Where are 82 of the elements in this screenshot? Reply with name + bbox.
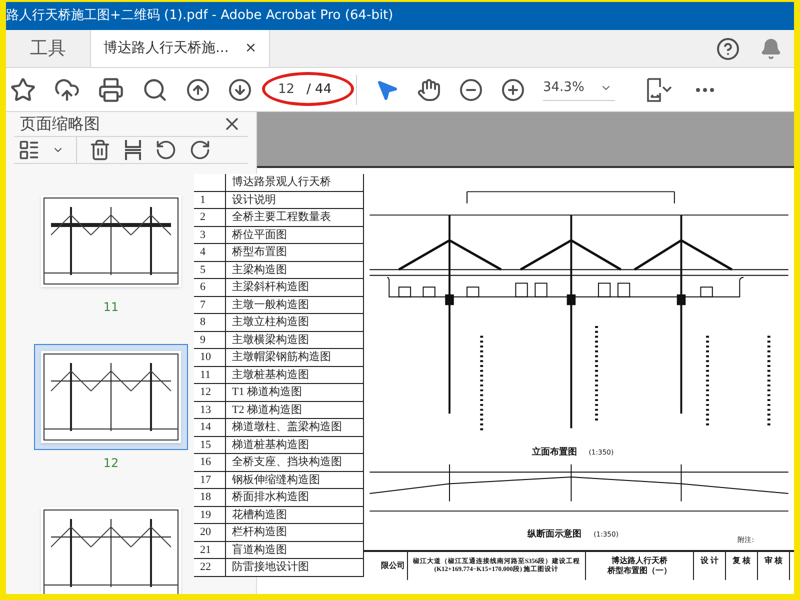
table-cell-text: 全桥主要工程数量表 xyxy=(231,210,331,225)
table-cell: 16 xyxy=(194,454,226,470)
table-cell: 10 xyxy=(194,349,226,366)
signature-label: 复 核 xyxy=(732,555,750,567)
table-cell-text: 主梁构造图 xyxy=(231,262,287,278)
drawing-caption: 立面布置图 xyxy=(532,448,578,458)
tab-label: 工具 xyxy=(30,37,66,61)
thumbnail-frame[interactable] xyxy=(34,344,188,450)
zoom-dropdown[interactable]: 34.3% xyxy=(543,78,615,101)
table-cell: 22 xyxy=(194,559,226,576)
sheet-title: 博达路人行天桥 xyxy=(612,556,668,566)
page-total: / 44 xyxy=(306,80,332,99)
zoom-out-icon[interactable] xyxy=(459,78,483,102)
help-icon[interactable] xyxy=(716,36,740,60)
table-cell-text: T1 梯道构造图 xyxy=(231,385,302,400)
table-cell: 2 xyxy=(194,209,226,226)
table-cell-text: 花槽构造图 xyxy=(231,508,287,522)
table-cell-text: 主墩横梁构造图 xyxy=(231,332,309,348)
cloud-upload-icon[interactable] xyxy=(54,76,80,102)
tab[interactable]: 工具 xyxy=(6,30,90,67)
table-cell: 21 xyxy=(194,542,226,558)
drawing-caption: 纵断面示意图 xyxy=(528,529,582,540)
close-tab-button[interactable]: × xyxy=(244,38,257,59)
table-cell-text: T2 梯道构造图 xyxy=(231,402,302,418)
table-cell-text: 主墩立柱构造图 xyxy=(231,314,309,330)
tab-label: 博达路人行天桥施... xyxy=(103,39,229,58)
table-cell: 15 xyxy=(194,436,226,453)
table-cell-text: 设计说明 xyxy=(231,192,276,208)
table-cell-text: 梯道墩柱、盖梁构造图 xyxy=(231,420,342,435)
table-cell-text: 主墩桩基构造图 xyxy=(231,368,309,382)
hand-icon[interactable] xyxy=(417,78,441,102)
table-cell-text: 主梁斜杆构造图 xyxy=(231,280,309,295)
table-cell-text: 主墩帽梁钢筋构造图 xyxy=(231,350,331,365)
table-cell: 18 xyxy=(194,489,226,506)
table-cell: 5 xyxy=(194,262,226,278)
table-cell: 17 xyxy=(194,472,226,488)
table-cell: 20 xyxy=(194,524,226,540)
table-cell: 3 xyxy=(194,226,226,243)
table-cell: 4 xyxy=(194,244,226,260)
sheet-title: 桥型布置图（一） xyxy=(608,566,672,576)
table-cell-text: 防雷接地设计图 xyxy=(231,560,309,575)
table-cell-text: 桥面排水构造图 xyxy=(231,490,309,505)
table-cell-text: 博达路景观人行天桥 xyxy=(231,175,331,190)
table-cell-text: 梯道桩基构造图 xyxy=(231,438,309,452)
table-cell-text: 盲道构造图 xyxy=(231,542,287,558)
panel-title: 页面缩略图 xyxy=(20,113,100,135)
tab[interactable]: 博达路人行天桥施... × xyxy=(90,30,270,67)
page-number-label: 11 xyxy=(103,299,119,316)
page-number-field[interactable]: 12 xyxy=(274,80,299,100)
star-icon[interactable] xyxy=(10,76,36,102)
arrow-up-icon[interactable] xyxy=(186,78,210,102)
table-cell: 19 xyxy=(194,506,226,523)
table-cell: 13 xyxy=(194,402,226,418)
table-cell: 14 xyxy=(194,419,226,436)
arrow-down-icon[interactable] xyxy=(228,78,252,102)
table-cell: 12 xyxy=(194,384,226,400)
table-cell: 6 xyxy=(194,279,226,296)
rotate-right-icon[interactable] xyxy=(189,139,211,161)
table-cell-text: 栏杆构造图 xyxy=(231,525,287,540)
signature-label: 设 计 xyxy=(700,555,718,567)
search-icon[interactable] xyxy=(142,76,168,102)
rotate-left-icon[interactable] xyxy=(155,139,177,161)
table-cell-text: 桥位平面图 xyxy=(231,228,287,242)
table-cell: 7 xyxy=(194,296,226,313)
page-split-icon[interactable] xyxy=(123,139,143,161)
zoom-in-icon[interactable] xyxy=(501,78,525,102)
table-cell: 11 xyxy=(194,366,226,383)
bell-icon[interactable] xyxy=(760,38,782,60)
table-cell: 1 xyxy=(194,192,226,208)
options-icon[interactable] xyxy=(18,139,40,161)
page-number-label: 12 xyxy=(103,455,119,472)
signature-label: 审 核 xyxy=(764,555,782,567)
table-cell-text: 钢板伸缩缝构造图 xyxy=(231,472,320,488)
table-cell-text: 桥型布置图 xyxy=(231,245,287,260)
printer-icon[interactable] xyxy=(98,76,124,102)
table-cell-text: 全桥支座、挡块构造图 xyxy=(231,454,342,470)
trash-icon[interactable] xyxy=(89,139,111,161)
company-name: 限公司 xyxy=(381,560,405,572)
title-bar: 路人行天桥施工图+二维码 (1).pdf - Adobe Acrobat Pro (64-bit) xyxy=(6,2,794,30)
table-cell: 9 xyxy=(194,332,226,348)
table-cell-text: 主墩一般构造图 xyxy=(231,298,309,312)
table-cell: 8 xyxy=(194,314,226,330)
